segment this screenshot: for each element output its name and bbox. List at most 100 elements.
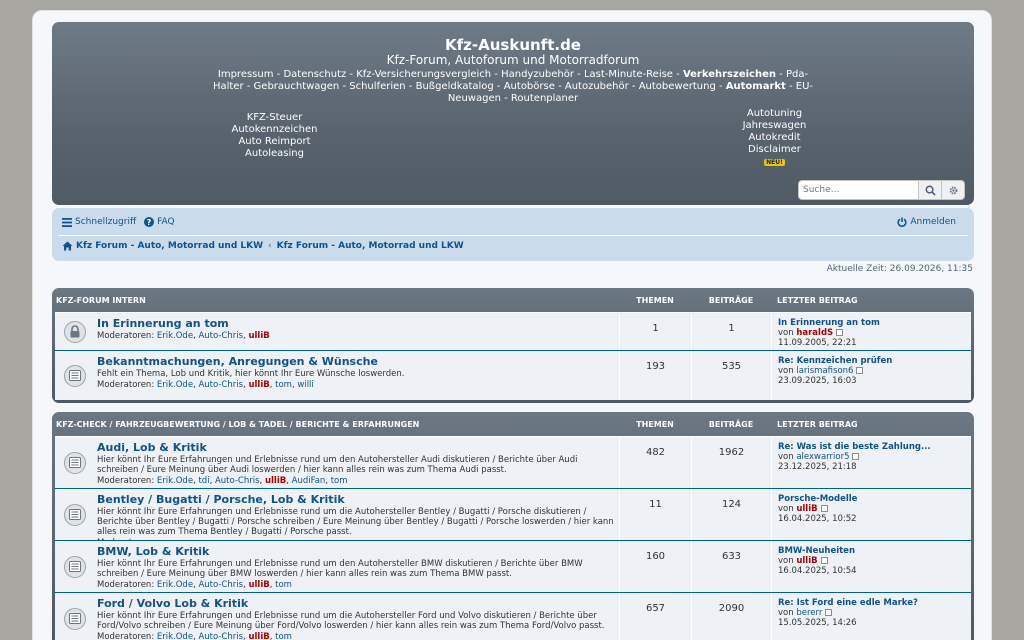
faq-label: FAQ [157, 217, 175, 227]
header-link[interactable]: Bußgeldkatalog [416, 81, 494, 92]
header-link[interactable]: Autotuning [712, 108, 837, 120]
header-link[interactable]: Schulferien [349, 81, 405, 92]
forum-title[interactable]: BMW, Lob & Kritik [97, 545, 619, 558]
moderator-link[interactable]: Auto-Chris [198, 331, 243, 341]
moderator-link[interactable]: ulliB [248, 632, 269, 640]
last-post-title[interactable]: In Erinnerung an tom [778, 318, 971, 328]
view-post-icon[interactable] [820, 505, 828, 512]
forum-description: Hier könnt Ihr Eure Erfahrungen und Erle… [97, 611, 605, 631]
category-title[interactable]: KFZ-FORUM INTERN [55, 296, 619, 305]
last-post-title[interactable]: Re: Kennzeichen prüfen [778, 356, 971, 366]
topics-count: 160 [619, 541, 691, 592]
moderator-link[interactable]: Erik.Ode [157, 331, 193, 341]
header-link[interactable]: Autobörse [504, 81, 555, 92]
moderator-link[interactable]: Auto-Chris [215, 476, 260, 486]
category-title[interactable]: KFZ-CHECK / FAHRZEUGBEWERTUNG / LOB & TA… [55, 420, 619, 429]
view-post-icon[interactable] [852, 453, 860, 460]
header-right-links: Autotuning Jahreswagen Autokredit Disclaime… [712, 108, 837, 168]
last-post-title[interactable]: Re: Was ist die beste Zahlung... [778, 442, 971, 452]
header-link[interactable]: Kfz-Versicherungsvergleich [356, 69, 491, 80]
last-post-date: 23.12.2025, 21:18 [778, 462, 857, 472]
moderator-link[interactable]: ulliB [248, 580, 269, 590]
link-separator: - [346, 69, 357, 80]
moderator-link[interactable]: tdi [198, 476, 209, 486]
topics-count: 1 [619, 313, 691, 350]
header-link[interactable]: Handyzubehör [501, 69, 574, 80]
site-title[interactable]: Kfz-Auskunft.de [52, 36, 974, 54]
by-label: von [778, 556, 794, 566]
nav-bar: Schnellzugriff ? FAQ Anmelden Kfz Forum … [52, 208, 974, 261]
forum-row: Audi, Lob & Kritik Hier könnt Ihr Eure Er… [55, 436, 971, 488]
header-link[interactable]: Auto Reimport [197, 136, 352, 148]
moderator-link[interactable]: Erik.Ode [157, 380, 193, 390]
last-post-title[interactable]: BMW-Neuheiten [778, 546, 971, 556]
forum-title[interactable]: Bekanntmachungen, Anregungen & Wünsche [97, 355, 619, 368]
forum-title[interactable]: In Erinnerung an tom [97, 317, 619, 330]
header-link[interactable]: Verkehrszeichen [683, 69, 776, 80]
moderator-link[interactable]: tom [275, 580, 292, 590]
forum-description: Fehlt ein Thema, Lob und Kritik, hier kö… [97, 369, 405, 379]
header-link[interactable]: Routenplaner [511, 93, 578, 104]
header-link[interactable]: Autokredit [712, 132, 837, 144]
forum-row: Bentley / Bugatti / Porsche, Lob & Kriti… [55, 488, 971, 548]
header-link[interactable]: Gebrauchtwagen [254, 81, 340, 92]
last-post-user[interactable]: haraldS [796, 328, 833, 338]
posts-count: 633 [691, 541, 771, 592]
moderator-link[interactable]: tom [275, 380, 292, 390]
header-link[interactable]: Autoleasing [197, 148, 352, 160]
last-post-user[interactable]: larismafison6 [796, 366, 853, 376]
view-post-icon[interactable] [856, 367, 864, 374]
moderator-link[interactable]: tom [331, 476, 348, 486]
last-post-user[interactable]: alexwarrior5 [796, 452, 849, 462]
last-post-user[interactable]: ulliB [796, 556, 817, 566]
login-link[interactable]: Anmelden [897, 217, 956, 227]
forum-title[interactable]: Audi, Lob & Kritik [97, 441, 619, 454]
header-link[interactable]: Impressum [218, 69, 274, 80]
header-link[interactable]: Autobewertung [639, 81, 716, 92]
moderator-link[interactable]: ulliB [248, 380, 269, 390]
forum-icon [64, 364, 86, 387]
breadcrumb-item[interactable]: Kfz Forum - Auto, Motorrad und LKW [277, 241, 464, 251]
last-post-user[interactable]: ulliB [796, 504, 817, 514]
forum-title[interactable]: Bentley / Bugatti / Porsche, Lob & Kriti… [97, 493, 619, 506]
header-link[interactable]: Disclaimer [712, 144, 837, 156]
moderator-link[interactable]: willi [297, 380, 313, 390]
quick-access-menu[interactable]: Schnellzugriff [62, 217, 136, 227]
view-post-icon[interactable] [825, 609, 833, 616]
forum-title[interactable]: Ford / Volvo Lob & Kritik [97, 597, 619, 610]
moderator-link[interactable]: AudiFan [292, 476, 326, 486]
header-link[interactable]: KFZ-Steuer [197, 112, 352, 124]
moderator-link[interactable]: Auto-Chris [198, 632, 243, 640]
moderator-link[interactable]: Erik.Ode [157, 632, 193, 640]
link-separator: - [776, 69, 786, 80]
forum-description: Hier könnt Ihr Eure Erfahrungen und Erle… [97, 455, 578, 475]
header-link[interactable]: Automarkt [726, 81, 786, 92]
moderator-link[interactable]: Erik.Ode [157, 476, 193, 486]
header-link[interactable]: Last-Minute-Reise [584, 69, 673, 80]
header-links: Impressum - Datenschutz - Kfz-Versicheru… [212, 69, 814, 105]
moderator-link[interactable]: ulliB [265, 476, 286, 486]
header-link[interactable]: Autokennzeichen [197, 124, 352, 136]
last-post-user[interactable]: bererr [796, 608, 822, 618]
search-input[interactable] [798, 180, 919, 200]
search-button[interactable] [919, 180, 942, 200]
link-separator: - [628, 81, 639, 92]
last-post-title[interactable]: Porsche-Modelle [778, 494, 971, 504]
header-link[interactable]: Jahreswagen [712, 120, 837, 132]
view-post-icon[interactable] [820, 557, 828, 564]
breadcrumb-item[interactable]: Kfz Forum - Auto, Motorrad und LKW [76, 241, 263, 251]
moderator-link[interactable]: Auto-Chris [198, 580, 243, 590]
category-header: KFZ-CHECK / FAHRZEUGBEWERTUNG / LOB & TA… [55, 412, 971, 436]
moderator-link[interactable]: tom [275, 632, 292, 640]
forum-description: Hier könnt Ihr Eure Erfahrungen und Erle… [97, 559, 583, 579]
advanced-search-button[interactable] [942, 180, 965, 200]
link-separator: - [574, 69, 584, 80]
faq-link[interactable]: ? FAQ [144, 217, 175, 227]
view-post-icon[interactable] [836, 329, 844, 336]
header-link[interactable]: Autozubehör [565, 81, 629, 92]
moderator-link[interactable]: Auto-Chris [198, 380, 243, 390]
moderator-link[interactable]: ulliB [248, 331, 269, 341]
header-link[interactable]: Datenschutz [283, 69, 346, 80]
moderator-link[interactable]: Erik.Ode [157, 580, 193, 590]
last-post-title[interactable]: Re: Ist Ford eine edle Marke? [778, 598, 971, 608]
